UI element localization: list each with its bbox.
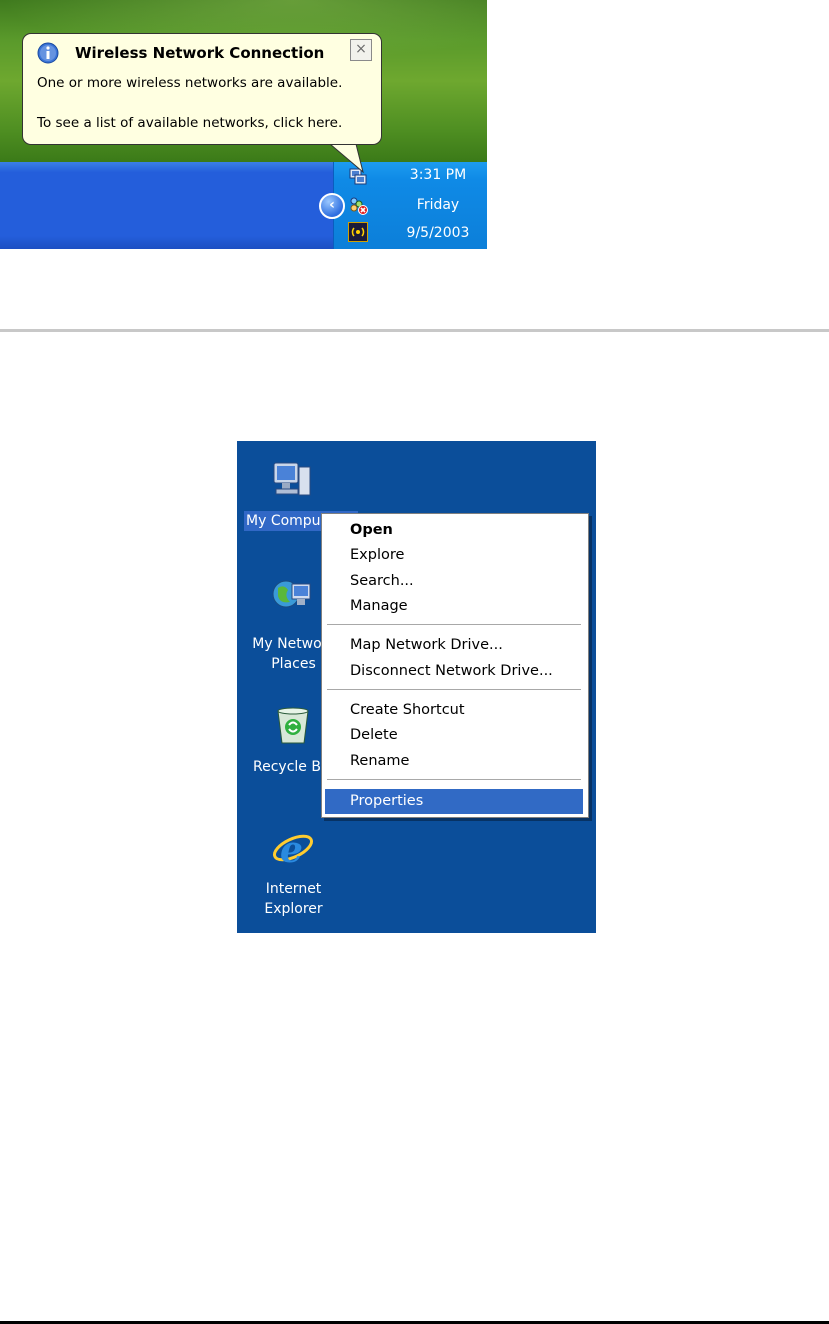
network-globe-icon[interactable] [270,574,314,618]
computer-icon[interactable] [270,459,314,503]
wireless-signal-icon[interactable] [348,222,368,242]
menu-item-search[interactable]: Search... [325,569,583,594]
menu-item-explore[interactable]: Explore [325,543,583,568]
menu-item-delete[interactable]: Delete [325,723,583,748]
divider [0,329,829,332]
close-icon: × [355,41,367,57]
menu-separator [327,689,581,690]
menu-separator [327,779,581,780]
notification-balloon[interactable]: Wireless Network Connection × One or mor… [22,33,382,145]
menu-item-properties[interactable]: Properties [325,789,583,814]
close-button[interactable]: × [350,39,372,61]
balloon-link[interactable]: To see a list of available networks, cli… [37,115,342,131]
menu-item-rename[interactable]: Rename [325,749,583,774]
svg-text:e: e [280,829,303,870]
balloon-message: One or more wireless networks are availa… [37,75,343,91]
balloon-title: Wireless Network Connection [75,44,325,62]
menu-item-create-shortcut[interactable]: Create Shortcut [325,698,583,723]
menu-item-disconnect-network-drive[interactable]: Disconnect Network Drive... [325,659,583,684]
info-icon [37,42,59,64]
desktop-screenshot: My Compu My Netwo Places Recycle B e Int… [237,441,596,933]
recycle-bin-icon[interactable] [272,703,316,747]
internet-explorer-icon[interactable]: e [271,826,315,870]
desktop-icon-label-ie-2[interactable]: Explorer [237,899,350,919]
desktop-icon-label-ie-1[interactable]: Internet [237,879,350,899]
menu-item-open[interactable]: Open [325,518,583,543]
clock-date[interactable]: 9/5/2003 [388,225,487,241]
context-menu: Open Explore Search... Manage Map Networ… [321,513,589,818]
taskbar-screenshot: 3:31 PM Friday 9/5/2003 ‹ Wireless Netwo… [0,0,487,249]
menu-item-manage[interactable]: Manage [325,594,583,619]
menu-item-map-network-drive[interactable]: Map Network Drive... [325,633,583,658]
menu-separator [327,624,581,625]
